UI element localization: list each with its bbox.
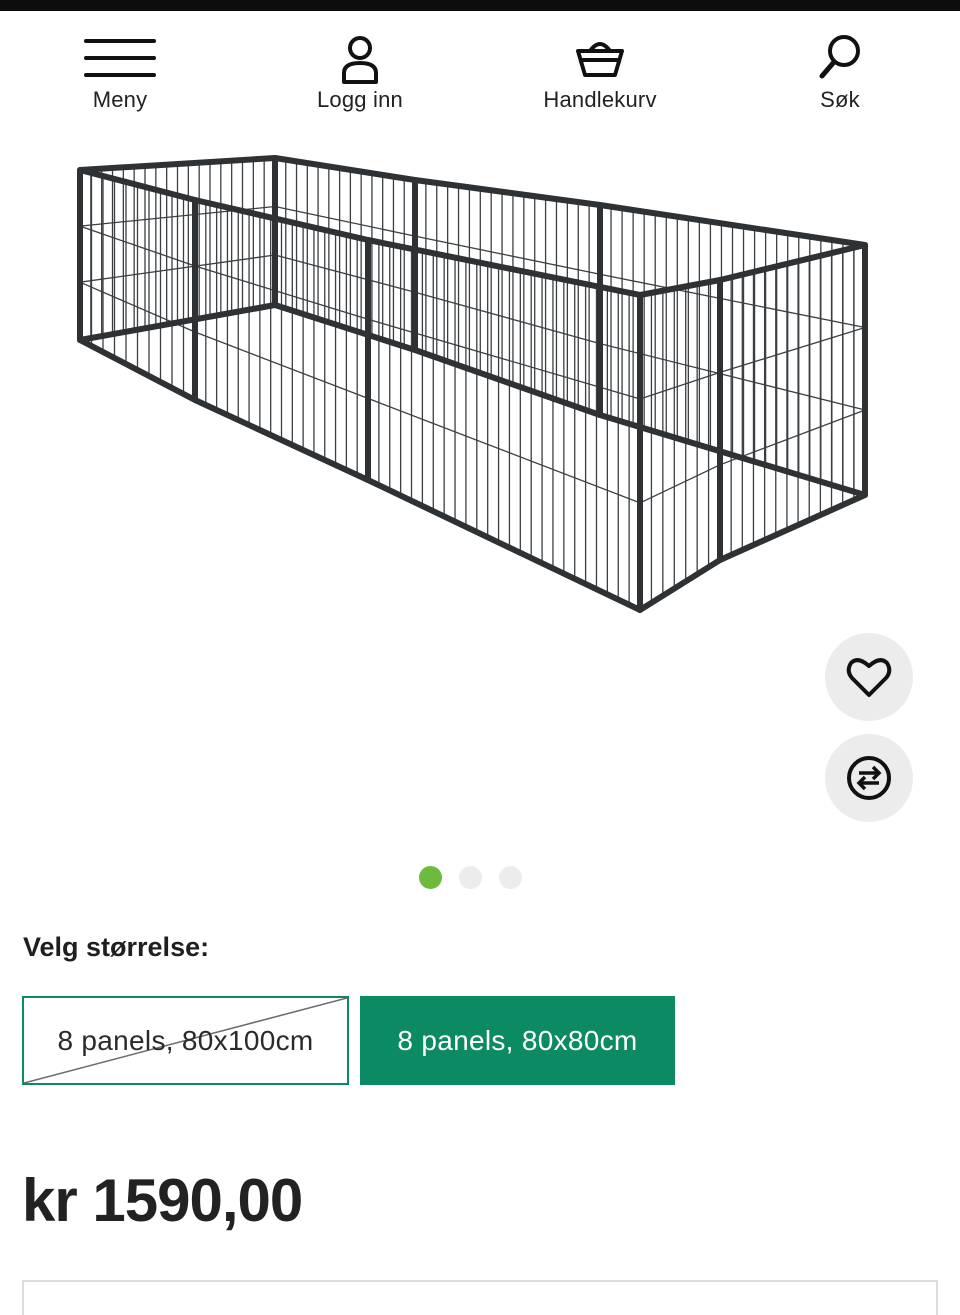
menu-button[interactable]: Meny: [20, 33, 220, 113]
size-option-80x100-unavailable[interactable]: 8 panels, 80x100cm: [22, 996, 349, 1085]
size-selector-label: Velg størrelse:: [23, 932, 210, 962]
heart-icon: [846, 658, 892, 697]
user-icon: [342, 36, 378, 84]
search-label: Søk: [820, 87, 860, 112]
product-price: kr 1590,00: [22, 1167, 303, 1234]
size-option-label: 8 panels, 80x100cm: [57, 1024, 314, 1056]
image-carousel-dots: [419, 866, 549, 890]
carousel-dot[interactable]: [419, 866, 442, 889]
search-icon: [819, 35, 860, 79]
hamburger-menu-icon: [84, 39, 156, 77]
basket-icon: [576, 42, 624, 77]
cart-button[interactable]: Handlekurv: [500, 33, 700, 113]
top-navigation: Meny Logg inn Handlekurv Søk: [0, 11, 960, 121]
size-option-80x80-selected[interactable]: 8 panels, 80x80cm: [360, 996, 675, 1085]
carousel-dot[interactable]: [459, 866, 482, 889]
product-image-dog-playpen[interactable]: [60, 140, 900, 630]
content-panel: [22, 1280, 938, 1315]
login-label: Logg inn: [316, 87, 403, 112]
status-bar: [0, 0, 960, 11]
compare-arrows-icon: [847, 756, 891, 800]
menu-label: Meny: [92, 87, 148, 112]
compare-button[interactable]: [825, 734, 913, 822]
carousel-dot[interactable]: [499, 866, 522, 889]
favorite-button[interactable]: [825, 633, 913, 721]
size-option-label: 8 panels, 80x80cm: [397, 1024, 638, 1056]
login-button[interactable]: Logg inn: [260, 33, 460, 113]
cart-label: Handlekurv: [543, 87, 657, 112]
search-button[interactable]: Søk: [740, 33, 940, 113]
